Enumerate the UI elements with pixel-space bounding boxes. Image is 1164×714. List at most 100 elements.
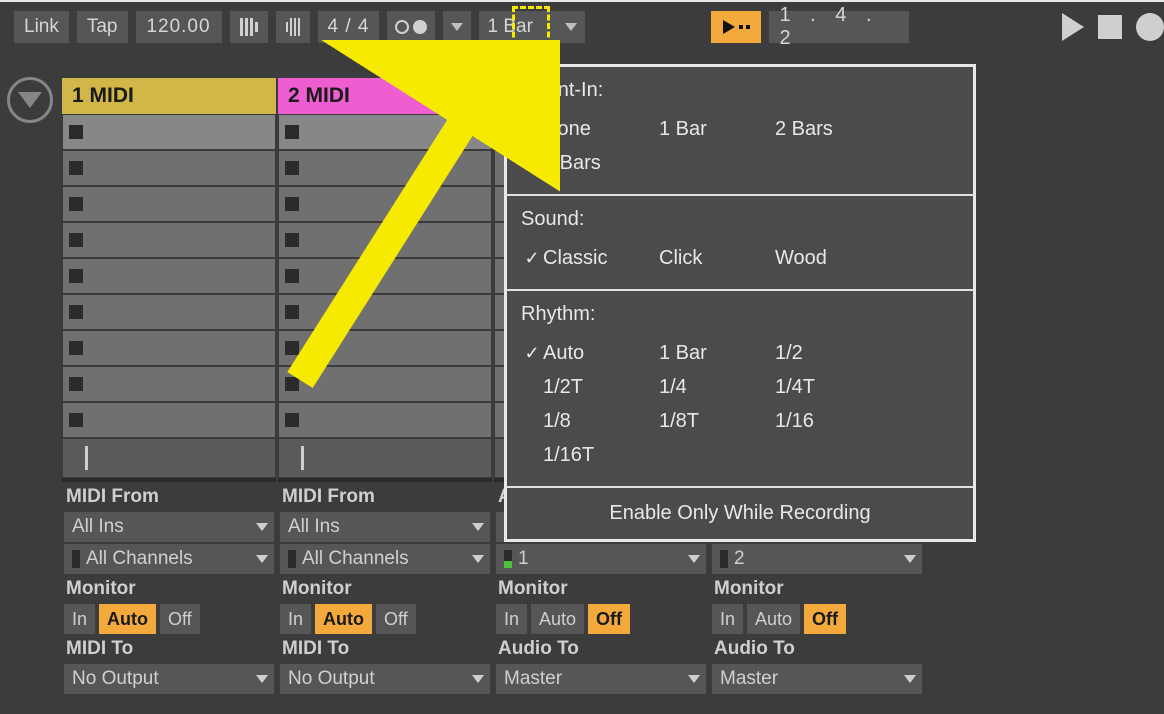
monitor-in-button[interactable]: In <box>712 604 743 634</box>
clip-slot[interactable] <box>278 186 492 222</box>
count-in-option[interactable]: 1 Bar <box>637 112 753 146</box>
io-to-select[interactable]: No Output <box>280 664 490 694</box>
monitor-label: Monitor <box>278 576 492 602</box>
record-button[interactable] <box>1136 13 1164 41</box>
io-channel-select[interactable]: All Channels <box>280 544 490 574</box>
io-from-label: MIDI From <box>278 484 492 510</box>
monitor-auto-button[interactable]: Auto <box>747 604 800 634</box>
io-to-select[interactable]: No Output <box>64 664 274 694</box>
count-in-title: Count-In: <box>521 79 959 102</box>
metronome-toggle[interactable] <box>387 11 435 43</box>
rhythm-option[interactable]: 1/2 <box>753 336 869 370</box>
io-channel-select[interactable]: 2 <box>712 544 922 574</box>
enable-while-recording[interactable]: Enable Only While Recording <box>507 488 973 539</box>
quantize-dropdown[interactable] <box>557 11 585 43</box>
io-channel-select[interactable]: All Channels <box>64 544 274 574</box>
track-header[interactable]: 1 MIDI <box>62 78 276 114</box>
monitor-label: Monitor <box>62 576 276 602</box>
clip-slot[interactable] <box>62 114 276 150</box>
stop-clip-icon <box>69 233 83 247</box>
clip-slot[interactable] <box>278 258 492 294</box>
clip-slot[interactable] <box>62 294 276 330</box>
monitor-auto-button[interactable]: Auto <box>531 604 584 634</box>
track-header[interactable]: 2 MIDI <box>278 78 492 114</box>
clip-slot[interactable] <box>62 150 276 186</box>
time-signature[interactable]: 4 / 4 <box>318 11 380 43</box>
monitor-auto-button[interactable]: Auto <box>99 604 156 634</box>
sound-option[interactable]: Wood <box>753 241 869 275</box>
clip-slot[interactable] <box>62 258 276 294</box>
io-to-label: MIDI To <box>278 636 492 662</box>
rhythm-option[interactable]: 1/8T <box>637 404 753 438</box>
monitor-auto-button[interactable]: Auto <box>315 604 372 634</box>
io-to-label: MIDI To <box>62 636 276 662</box>
io-channel-select[interactable]: 1 <box>496 544 706 574</box>
clip-slot[interactable] <box>62 366 276 402</box>
rhythm-option[interactable]: 1/8 <box>521 404 637 438</box>
rhythm-option[interactable]: 1/16 <box>753 404 869 438</box>
tempo-field[interactable]: 120.00 <box>136 11 222 43</box>
chevron-down-icon <box>451 23 463 31</box>
rhythm-option[interactable]: 1/4 <box>637 370 753 404</box>
count-in-option[interactable]: 4 Bars <box>521 146 637 180</box>
count-in-option[interactable]: 2 Bars <box>753 112 869 146</box>
io-to-select[interactable]: Master <box>712 664 922 694</box>
rhythm-option[interactable]: 1/4T <box>753 370 869 404</box>
play-button[interactable] <box>1062 13 1084 41</box>
level-meter-icon <box>72 550 80 568</box>
chevron-down-icon <box>472 555 484 563</box>
clip-slot[interactable] <box>62 186 276 222</box>
chevron-down-icon <box>565 23 577 31</box>
clip-slot[interactable] <box>278 150 492 186</box>
io-from-select[interactable]: All Ins <box>280 512 490 542</box>
quantize-select[interactable]: 1 Bar <box>479 11 557 43</box>
chevron-down-icon <box>688 555 700 563</box>
rhythm-option[interactable]: 1/2T <box>521 370 637 404</box>
clip-slot[interactable] <box>62 402 276 438</box>
clip-slot[interactable] <box>278 114 492 150</box>
nudge-up-button[interactable] <box>276 11 310 43</box>
monitor-in-button[interactable]: In <box>496 604 527 634</box>
track: 2 MIDI MIDI FromAll InsAll ChannelsMonito… <box>278 78 492 694</box>
tap-button[interactable]: Tap <box>77 11 128 43</box>
monitor-row: InAutoOff <box>710 604 924 634</box>
link-button[interactable]: Link <box>14 11 69 43</box>
clip-slot[interactable] <box>62 330 276 366</box>
stop-button[interactable] <box>1098 15 1122 39</box>
clip-slot[interactable] <box>278 222 492 258</box>
monitor-in-button[interactable]: In <box>64 604 95 634</box>
transport-bar: Link Tap 120.00 4 / 4 1 Bar 1 . 4 . 2 <box>0 2 1164 52</box>
io-to-select[interactable]: Master <box>496 664 706 694</box>
rhythm-option[interactable]: 1 Bar <box>637 336 753 370</box>
scene-launch-all[interactable] <box>10 80 50 120</box>
clip-slot[interactable] <box>278 330 492 366</box>
io-section: MIDI FromAll InsAll ChannelsMonitorInAut… <box>62 478 276 694</box>
monitor-row: InAutoOff <box>62 604 276 634</box>
rhythm-option[interactable]: Auto <box>521 336 637 370</box>
io-from-select[interactable]: All Ins <box>64 512 274 542</box>
sound-option[interactable]: Click <box>637 241 753 275</box>
chevron-down-icon <box>904 555 916 563</box>
chevron-down-icon <box>904 675 916 683</box>
monitor-off-button[interactable]: Off <box>804 604 846 634</box>
monitor-off-button[interactable]: Off <box>588 604 630 634</box>
clip-slot[interactable] <box>278 402 492 438</box>
count-in-option[interactable]: None <box>521 112 637 146</box>
clip-slot[interactable] <box>278 294 492 330</box>
clip-slot[interactable] <box>278 366 492 402</box>
midi-arrangement-overdub[interactable] <box>711 11 761 43</box>
metronome-menu-button[interactable] <box>443 11 471 43</box>
clip-slot[interactable] <box>62 222 276 258</box>
track: 1 MIDI MIDI FromAll InsAll ChannelsMonito… <box>62 78 276 694</box>
rhythm-option[interactable]: 1/16T <box>521 438 637 472</box>
monitor-in-button[interactable]: In <box>280 604 311 634</box>
arrangement-position[interactable]: 1 . 4 . 2 <box>769 11 909 43</box>
monitor-off-button[interactable]: Off <box>376 604 416 634</box>
monitor-off-button[interactable]: Off <box>160 604 200 634</box>
scene-slot[interactable] <box>62 438 276 478</box>
level-meter-icon <box>288 550 296 568</box>
sound-option[interactable]: Classic <box>521 241 637 275</box>
nudge-down-button[interactable] <box>230 11 268 43</box>
io-section: MIDI FromAll InsAll ChannelsMonitorInAut… <box>278 478 492 694</box>
scene-slot[interactable] <box>278 438 492 478</box>
